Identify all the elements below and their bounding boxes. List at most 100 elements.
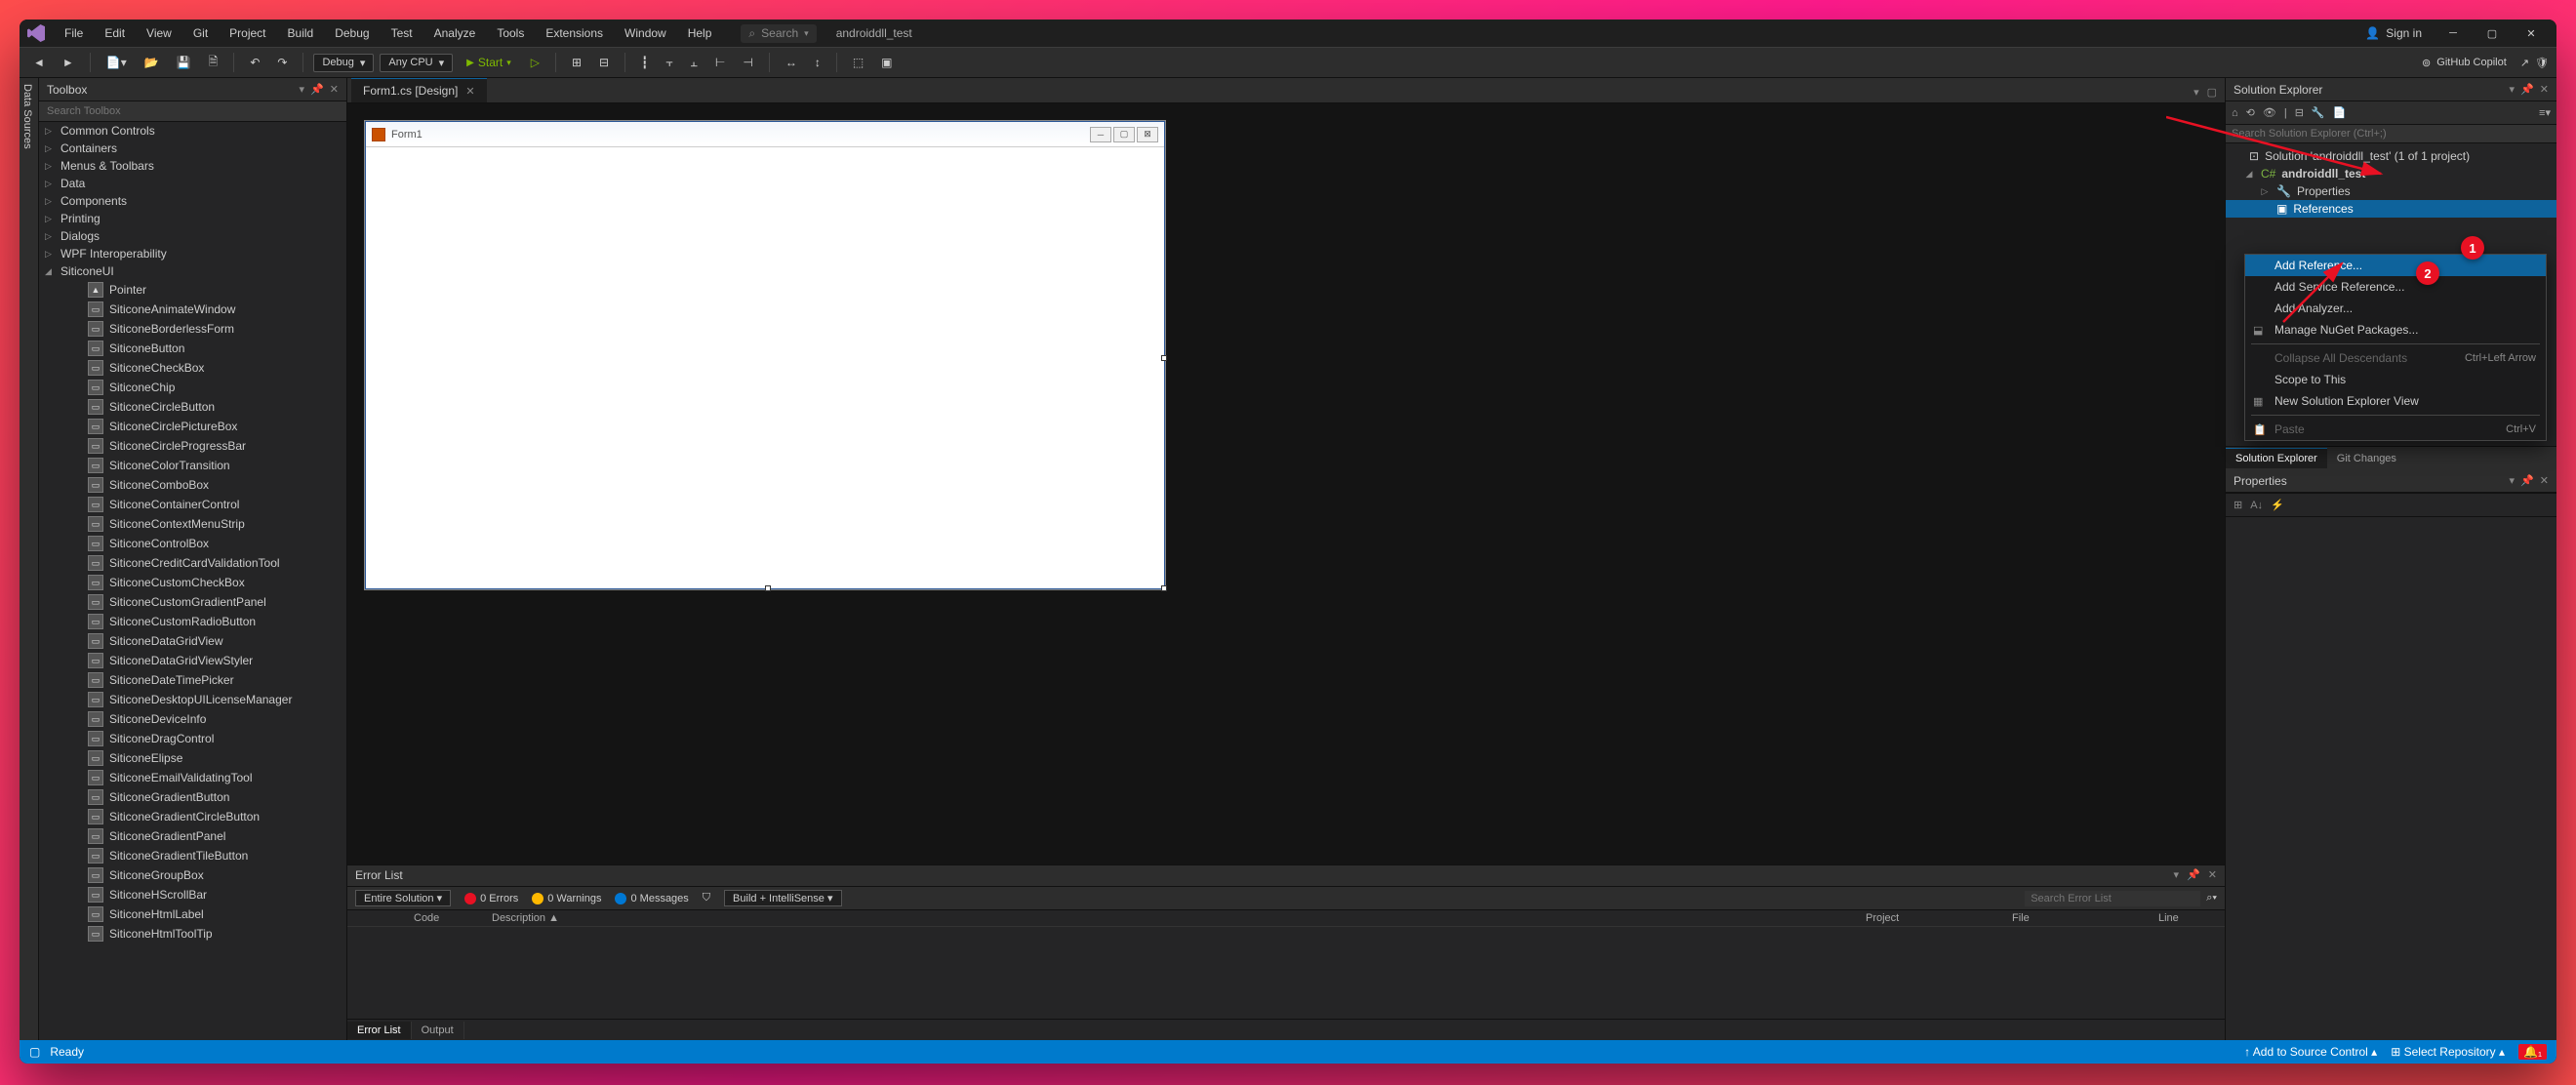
toolbox-item[interactable]: ▭SiticoneHtmlToolTip <box>39 924 346 944</box>
redo-button[interactable]: ↷ <box>271 53 293 72</box>
toolbox-item[interactable]: ▭SiticoneComboBox <box>39 475 346 495</box>
toolbox-group[interactable]: ▷Data <box>39 175 346 192</box>
github-copilot-button[interactable]: ⊚ GitHub Copilot ↗ 🛡 <box>2422 57 2549 69</box>
platform-combo[interactable]: Any CPU▾ <box>380 54 453 72</box>
form-close-button[interactable]: ⊠ <box>1137 127 1158 142</box>
el-close-icon[interactable]: ✕ <box>2208 868 2217 883</box>
toolbox-search-input[interactable] <box>39 101 346 122</box>
context-menu-item[interactable]: Add Reference... <box>2245 255 2546 276</box>
form-designer[interactable]: Form1 ─ ▢ ⊠ <box>347 103 2225 864</box>
save-button[interactable]: 💾 <box>171 53 197 72</box>
toolbox-group[interactable]: ▷Dialogs <box>39 227 346 245</box>
sync-icon[interactable]: ⟲ <box>2246 106 2255 119</box>
home-icon[interactable]: ⌂ <box>2232 107 2238 119</box>
toolbox-group[interactable]: ▷Menus & Toolbars <box>39 157 346 175</box>
alphabetical-icon[interactable]: A↓ <box>2250 500 2263 511</box>
collapse-icon[interactable]: ⊟ <box>2295 106 2304 119</box>
new-project-button[interactable]: 📄▾ <box>101 53 133 72</box>
error-scope-combo[interactable]: Entire Solution ▾ <box>355 890 451 906</box>
align-btn-4[interactable]: ⊢ <box>709 53 731 72</box>
prop-dropdown-icon[interactable]: ▾ <box>2510 474 2516 487</box>
maximize-editor-icon[interactable]: ▢ <box>2207 86 2217 99</box>
toolbox-item[interactable]: ▭SiticoneHScrollBar <box>39 885 346 904</box>
context-menu-item[interactable]: Scope to This <box>2245 369 2546 390</box>
sol-close-icon[interactable]: ✕ <box>2540 83 2549 96</box>
menu-window[interactable]: Window <box>615 22 676 44</box>
signin-button[interactable]: 👤 Sign in <box>2365 26 2422 40</box>
menu-project[interactable]: Project <box>220 22 275 44</box>
menu-analyze[interactable]: Analyze <box>424 22 486 44</box>
toolbox-item[interactable]: ▭SiticoneDeviceInfo <box>39 709 346 729</box>
toolbox-item[interactable]: ▭SiticoneContainerControl <box>39 495 346 514</box>
toolbox-item[interactable]: ▭SiticoneGradientCircleButton <box>39 807 346 826</box>
warnings-count[interactable]: 0 Warnings <box>532 893 601 904</box>
form-max-button[interactable]: ▢ <box>1113 127 1135 142</box>
toolbox-item[interactable]: ▭SiticoneGroupBox <box>39 865 346 885</box>
el-pin-icon[interactable]: 📌 <box>2187 868 2200 883</box>
toolbox-item[interactable]: ▭SiticoneCustomCheckBox <box>39 573 346 592</box>
maximize-button[interactable]: ▢ <box>2473 20 2512 47</box>
toolbox-item[interactable]: ▭SiticoneCirclePictureBox <box>39 417 346 436</box>
el-dropdown-icon[interactable]: ▾ <box>2174 868 2180 883</box>
prop-pin-icon[interactable]: 📌 <box>2520 474 2534 487</box>
undo-button[interactable]: ↶ <box>244 53 265 72</box>
admin-icon[interactable]: 🛡 <box>2535 57 2549 69</box>
menu-debug[interactable]: Debug <box>325 22 379 44</box>
config-combo[interactable]: Debug▾ <box>313 54 374 72</box>
tab-git-changes[interactable]: Git Changes <box>2327 449 2406 468</box>
tab-close-icon[interactable]: ✕ <box>465 85 474 98</box>
layout-btn-1[interactable]: ⊞ <box>566 53 587 72</box>
minimize-button[interactable]: ─ <box>2434 20 2473 47</box>
toolbox-item[interactable]: ▭SiticoneColorTransition <box>39 456 346 475</box>
context-menu-item[interactable]: Add Service Reference... <box>2245 276 2546 298</box>
menu-edit[interactable]: Edit <box>95 22 135 44</box>
tab-output[interactable]: Output <box>412 1022 464 1039</box>
error-search-input[interactable] <box>2025 891 2200 906</box>
data-sources-tab[interactable]: Data Sources <box>20 78 39 1040</box>
menu-tools[interactable]: Tools <box>487 22 534 44</box>
open-button[interactable]: 📂 <box>139 53 165 72</box>
prop-close-icon[interactable]: ✕ <box>2540 474 2549 487</box>
menu-file[interactable]: File <box>55 22 93 44</box>
form1-window[interactable]: Form1 ─ ▢ ⊠ <box>365 121 1165 589</box>
toolbox-item[interactable]: ▭SiticoneDateTimePicker <box>39 670 346 690</box>
align-btn-5[interactable]: ⊣ <box>737 53 758 72</box>
toolbox-item[interactable]: ▭SiticoneAnimateWindow <box>39 300 346 319</box>
resize-handle-bottom[interactable] <box>765 585 771 591</box>
context-menu-item[interactable]: ▦New Solution Explorer View <box>2245 390 2546 412</box>
toolbox-item[interactable]: ▭SiticoneChip <box>39 378 346 397</box>
toolbox-item[interactable]: ▭SiticoneCustomGradientPanel <box>39 592 346 612</box>
order-btn-2[interactable]: ▣ <box>875 53 898 72</box>
toolbox-item[interactable]: ▭SiticoneDesktopUILicenseManager <box>39 690 346 709</box>
toolbox-group[interactable]: ▷Common Controls <box>39 122 346 140</box>
sol-dropdown-icon[interactable]: ▾ <box>2510 83 2516 96</box>
toolbox-group-siticone[interactable]: ◢SiticoneUI <box>39 262 346 280</box>
solution-search-input[interactable] <box>2226 125 2556 143</box>
forward-button[interactable]: ► <box>57 53 80 72</box>
layout-btn-2[interactable]: ⊟ <box>593 53 615 72</box>
toolbox-item[interactable]: ▭SiticoneElipse <box>39 748 346 768</box>
filter-button[interactable]: ⛉ <box>703 892 710 904</box>
solution-node[interactable]: ⊡Solution 'androiddll_test' (1 of 1 proj… <box>2226 147 2556 165</box>
search-icon[interactable]: ⌕▾ <box>2206 892 2217 904</box>
menu-view[interactable]: View <box>137 22 181 44</box>
resize-handle-right[interactable] <box>1161 355 1167 361</box>
start-button[interactable]: Start▾ <box>459 54 519 71</box>
context-menu-item[interactable]: Add Analyzer... <box>2245 298 2546 319</box>
toolbox-group[interactable]: ▷Components <box>39 192 346 210</box>
menu-help[interactable]: Help <box>678 22 722 44</box>
tab-solution-explorer[interactable]: Solution Explorer <box>2226 448 2327 468</box>
window-layout-icon[interactable]: ▾ <box>2194 86 2199 99</box>
toolbox-item[interactable]: ▲Pointer <box>39 280 346 300</box>
toolbox-item[interactable]: ▭SiticoneGradientPanel <box>39 826 346 846</box>
messages-count[interactable]: 0 Messages <box>615 893 688 904</box>
build-intellisense-combo[interactable]: Build + IntelliSense ▾ <box>724 890 841 906</box>
toolbox-item[interactable]: ▭SiticoneCheckBox <box>39 358 346 378</box>
toolbox-item[interactable]: ▭SiticoneContextMenuStrip <box>39 514 346 534</box>
toolbox-item[interactable]: ▭SiticoneDataGridViewStyler <box>39 651 346 670</box>
toolbox-item[interactable]: ▭SiticoneEmailValidatingTool <box>39 768 346 787</box>
toolbox-item[interactable]: ▭SiticoneButton <box>39 339 346 358</box>
toolbox-item[interactable]: ▭SiticoneCircleProgressBar <box>39 436 346 456</box>
toolbox-item[interactable]: ▭SiticoneGradientTileButton <box>39 846 346 865</box>
toolbox-item[interactable]: ▭SiticoneHtmlLabel <box>39 904 346 924</box>
